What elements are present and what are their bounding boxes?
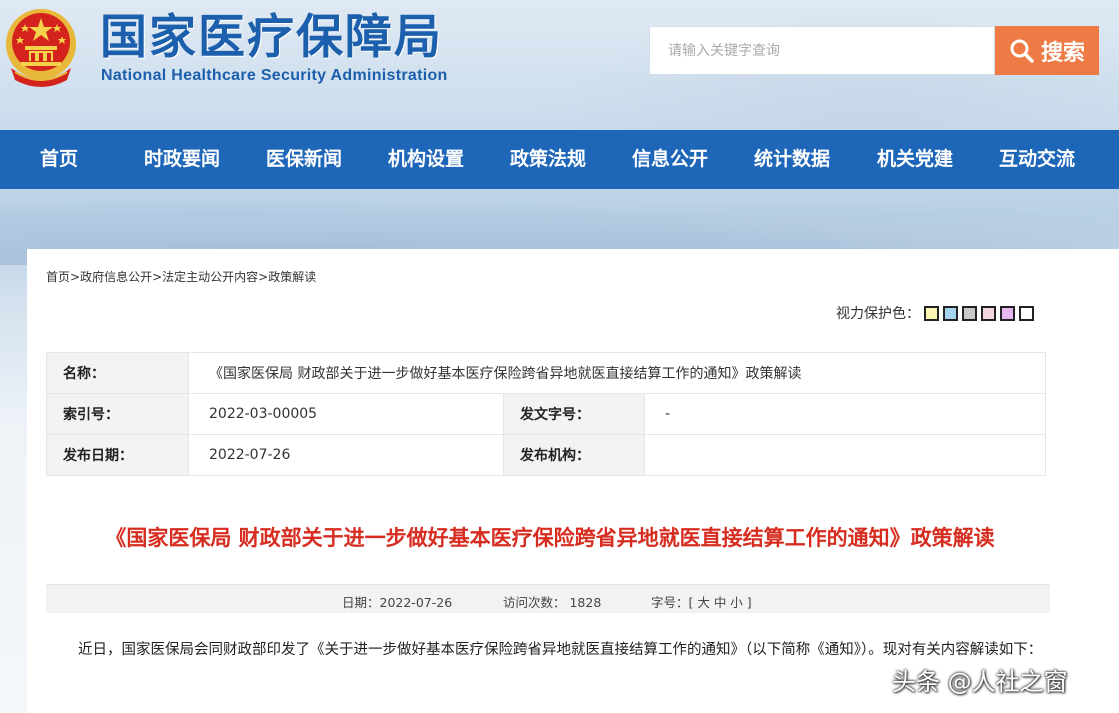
main-nav: 首页 时政要闻 医保新闻 机构设置 政策法规 信息公开 统计数据 机关党建 互动…: [0, 130, 1119, 189]
site-title: 国家医疗保障局: [100, 10, 443, 65]
site-subtitle: National Healthcare Security Administrat…: [101, 67, 448, 84]
meta-doc-no-value: -: [644, 393, 1046, 435]
nav-item-politics-news[interactable]: 时政要闻: [144, 130, 220, 189]
breadcrumb-policy-interpretation[interactable]: 政策解读: [268, 270, 316, 284]
meta-date-value: 2022-07-26: [188, 434, 504, 476]
article-visit-count: 访问次数： 1828: [503, 595, 602, 610]
meta-org-value: [644, 434, 1046, 476]
meta-index-label: 索引号：: [46, 393, 189, 435]
search-box: [649, 26, 995, 75]
swatch-yellow[interactable]: [924, 305, 939, 321]
meta-org-label: 发布机构：: [503, 434, 645, 476]
meta-doc-no-label: 发文字号：: [503, 393, 645, 435]
watermark: 头条 @人社之窗: [892, 668, 1068, 696]
breadcrumb-public-content[interactable]: 法定主动公开内容: [162, 270, 258, 284]
swatch-blue[interactable]: [943, 305, 958, 321]
article-info-bar: 日期：2022-07-26 访问次数： 1828 字号：[ 大 中 小 ]: [46, 584, 1050, 613]
meta-index-value: 2022-03-00005: [188, 393, 504, 435]
swatch-pink[interactable]: [981, 305, 996, 321]
eye-protection-label: 视力保护色：: [836, 306, 920, 322]
swatch-white[interactable]: [1019, 305, 1034, 321]
article-date: 日期：2022-07-26: [342, 595, 453, 610]
meta-date-label: 发布日期：: [46, 434, 189, 476]
nav-item-home[interactable]: 首页: [40, 130, 78, 189]
breadcrumb-home[interactable]: 首页: [46, 270, 70, 284]
nav-item-organization[interactable]: 机构设置: [388, 130, 464, 189]
eye-protection-colors: 视力保护色：: [836, 303, 1034, 323]
breadcrumb: 首页>政府信息公开>法定主动公开内容>政策解读: [46, 268, 316, 285]
search-icon: [1010, 39, 1034, 63]
search-button-label: 搜索: [1040, 40, 1085, 66]
breadcrumb-separator: >: [70, 270, 81, 284]
nav-item-party[interactable]: 机关党建: [877, 130, 953, 189]
meta-name-value: 《国家医保局 财政部关于进一步做好基本医疗保险跨省异地就医直接结算工作的通知》政…: [188, 352, 1046, 394]
font-size-selector[interactable]: 字号：[ 大 中 小 ]: [651, 592, 752, 611]
document-meta-table: 名称： 《国家医保局 财政部关于进一步做好基本医疗保险跨省异地就医直接结算工作的…: [46, 352, 1046, 476]
breadcrumb-separator: >: [152, 270, 163, 284]
article-body: 近日，国家医保局会同财政部印发了《关于进一步做好基本医疗保险跨省异地就医直接结算…: [78, 642, 1043, 658]
swatch-purple[interactable]: [1000, 305, 1015, 321]
national-emblem-icon: [6, 9, 76, 87]
nav-item-interaction[interactable]: 互动交流: [999, 130, 1075, 189]
search-button[interactable]: 搜索: [995, 26, 1099, 75]
meta-name-label: 名称：: [46, 352, 189, 394]
nav-item-policies[interactable]: 政策法规: [510, 130, 586, 189]
breadcrumb-gov-info[interactable]: 政府信息公开: [80, 270, 152, 284]
breadcrumb-separator: >: [258, 270, 269, 284]
search-input[interactable]: [668, 27, 988, 74]
swatch-gray[interactable]: [962, 305, 977, 321]
nav-item-healthcare-news[interactable]: 医保新闻: [266, 130, 342, 189]
nav-item-statistics[interactable]: 统计数据: [754, 130, 830, 189]
article-title: 《国家医保局 财政部关于进一步做好基本医疗保险跨省异地就医直接结算工作的通知》政…: [105, 526, 995, 550]
nav-item-information[interactable]: 信息公开: [632, 130, 708, 189]
